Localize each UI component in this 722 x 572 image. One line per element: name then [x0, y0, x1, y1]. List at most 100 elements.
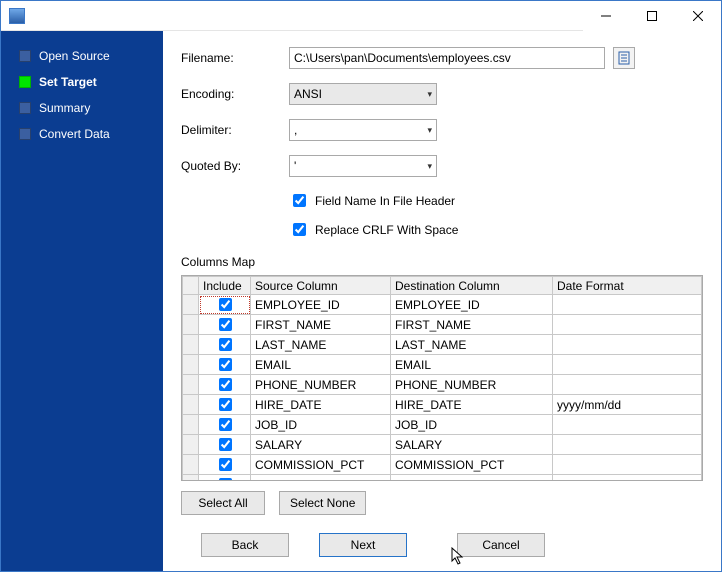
- source-cell[interactable]: EMPLOYEE_ID: [251, 295, 391, 315]
- source-cell[interactable]: LAST_NAME: [251, 335, 391, 355]
- table-row[interactable]: EMPLOYEE_IDEMPLOYEE_ID: [183, 295, 702, 315]
- include-checkbox[interactable]: [219, 318, 232, 331]
- include-checkbox[interactable]: [219, 478, 232, 481]
- filename-label: Filename:: [181, 51, 289, 65]
- close-button[interactable]: [675, 1, 721, 31]
- titlebar: [1, 1, 721, 31]
- row-header: [183, 295, 199, 315]
- encoding-value: ANSI: [294, 87, 322, 101]
- wizard-sidebar: Open Source Set Target Summary Convert Data: [1, 31, 163, 571]
- browse-button[interactable]: [613, 47, 635, 69]
- source-cell[interactable]: FIRST_NAME: [251, 315, 391, 335]
- encoding-combo[interactable]: ANSI ▾: [289, 83, 437, 105]
- sidebar-item-convert-data[interactable]: Convert Data: [1, 121, 163, 147]
- select-none-button[interactable]: Select None: [279, 491, 366, 515]
- row-header: [183, 315, 199, 335]
- select-all-button[interactable]: Select All: [181, 491, 265, 515]
- next-button[interactable]: Next: [319, 533, 407, 557]
- minimize-button[interactable]: [583, 1, 629, 31]
- include-cell[interactable]: [199, 455, 251, 475]
- table-row[interactable]: SALARYSALARY: [183, 435, 702, 455]
- dest-cell[interactable]: MANAGER_ID: [391, 475, 553, 482]
- sidebar-item-label: Convert Data: [39, 127, 110, 141]
- include-checkbox[interactable]: [219, 398, 232, 411]
- include-cell[interactable]: [199, 415, 251, 435]
- datefmt-cell[interactable]: [553, 415, 702, 435]
- crlf-checkbox-label: Replace CRLF With Space: [315, 223, 458, 237]
- dest-cell[interactable]: HIRE_DATE: [391, 395, 553, 415]
- sidebar-item-open-source[interactable]: Open Source: [1, 43, 163, 69]
- sidebar-item-set-target[interactable]: Set Target: [1, 69, 163, 95]
- dest-cell[interactable]: FIRST_NAME: [391, 315, 553, 335]
- dest-cell[interactable]: LAST_NAME: [391, 335, 553, 355]
- delimiter-value: ,: [294, 123, 297, 137]
- quoted-combo[interactable]: ' ▾: [289, 155, 437, 177]
- table-row[interactable]: HIRE_DATEHIRE_DATEyyyy/mm/dd: [183, 395, 702, 415]
- delimiter-combo[interactable]: , ▾: [289, 119, 437, 141]
- dest-cell[interactable]: PHONE_NUMBER: [391, 375, 553, 395]
- dest-cell[interactable]: EMPLOYEE_ID: [391, 295, 553, 315]
- col-dest[interactable]: Destination Column: [391, 277, 553, 295]
- col-datefmt[interactable]: Date Format: [553, 277, 702, 295]
- source-cell[interactable]: COMMISSION_PCT: [251, 455, 391, 475]
- source-cell[interactable]: PHONE_NUMBER: [251, 375, 391, 395]
- datefmt-cell[interactable]: [553, 355, 702, 375]
- source-cell[interactable]: SALARY: [251, 435, 391, 455]
- back-button[interactable]: Back: [201, 533, 289, 557]
- row-header: [183, 375, 199, 395]
- datefmt-cell[interactable]: [553, 335, 702, 355]
- datefmt-cell[interactable]: [553, 295, 702, 315]
- step-indicator-icon: [19, 76, 31, 88]
- datefmt-cell[interactable]: [553, 455, 702, 475]
- filename-input[interactable]: [289, 47, 605, 69]
- include-cell[interactable]: [199, 475, 251, 482]
- columns-grid[interactable]: Include Source Column Destination Column…: [181, 275, 703, 481]
- table-row[interactable]: COMMISSION_PCTCOMMISSION_PCT: [183, 455, 702, 475]
- include-cell[interactable]: [199, 395, 251, 415]
- include-checkbox[interactable]: [219, 378, 232, 391]
- datefmt-cell[interactable]: [553, 435, 702, 455]
- dest-cell[interactable]: EMAIL: [391, 355, 553, 375]
- include-cell[interactable]: [199, 435, 251, 455]
- datefmt-cell[interactable]: [553, 375, 702, 395]
- source-cell[interactable]: JOB_ID: [251, 415, 391, 435]
- sidebar-item-label: Set Target: [39, 75, 97, 89]
- table-row[interactable]: FIRST_NAMEFIRST_NAME: [183, 315, 702, 335]
- table-row[interactable]: PHONE_NUMBERPHONE_NUMBER: [183, 375, 702, 395]
- include-cell[interactable]: [199, 355, 251, 375]
- source-cell[interactable]: EMAIL: [251, 355, 391, 375]
- include-checkbox[interactable]: [219, 458, 232, 471]
- include-checkbox[interactable]: [219, 418, 232, 431]
- include-checkbox[interactable]: [219, 298, 232, 311]
- source-cell[interactable]: HIRE_DATE: [251, 395, 391, 415]
- delimiter-label: Delimiter:: [181, 123, 289, 137]
- table-row[interactable]: JOB_IDJOB_ID: [183, 415, 702, 435]
- row-header: [183, 395, 199, 415]
- table-row[interactable]: LAST_NAMELAST_NAME: [183, 335, 702, 355]
- datefmt-cell[interactable]: [553, 315, 702, 335]
- include-cell[interactable]: [199, 375, 251, 395]
- include-checkbox[interactable]: [219, 358, 232, 371]
- crlf-checkbox[interactable]: [293, 223, 306, 236]
- dest-cell[interactable]: JOB_ID: [391, 415, 553, 435]
- table-row[interactable]: MANAGER_IDMANAGER_ID: [183, 475, 702, 482]
- datefmt-cell[interactable]: yyyy/mm/dd: [553, 395, 702, 415]
- dest-cell[interactable]: SALARY: [391, 435, 553, 455]
- sidebar-item-summary[interactable]: Summary: [1, 95, 163, 121]
- step-indicator-icon: [19, 102, 31, 114]
- table-row[interactable]: EMAILEMAIL: [183, 355, 702, 375]
- include-cell[interactable]: [199, 315, 251, 335]
- col-include[interactable]: Include: [199, 277, 251, 295]
- cancel-button[interactable]: Cancel: [457, 533, 545, 557]
- dest-cell[interactable]: COMMISSION_PCT: [391, 455, 553, 475]
- maximize-button[interactable]: [629, 1, 675, 31]
- include-cell[interactable]: [199, 295, 251, 315]
- datefmt-cell[interactable]: [553, 475, 702, 482]
- source-cell[interactable]: MANAGER_ID: [251, 475, 391, 482]
- include-checkbox[interactable]: [219, 338, 232, 351]
- sidebar-item-label: Open Source: [39, 49, 110, 63]
- col-source[interactable]: Source Column: [251, 277, 391, 295]
- include-cell[interactable]: [199, 335, 251, 355]
- include-checkbox[interactable]: [219, 438, 232, 451]
- header-checkbox[interactable]: [293, 194, 306, 207]
